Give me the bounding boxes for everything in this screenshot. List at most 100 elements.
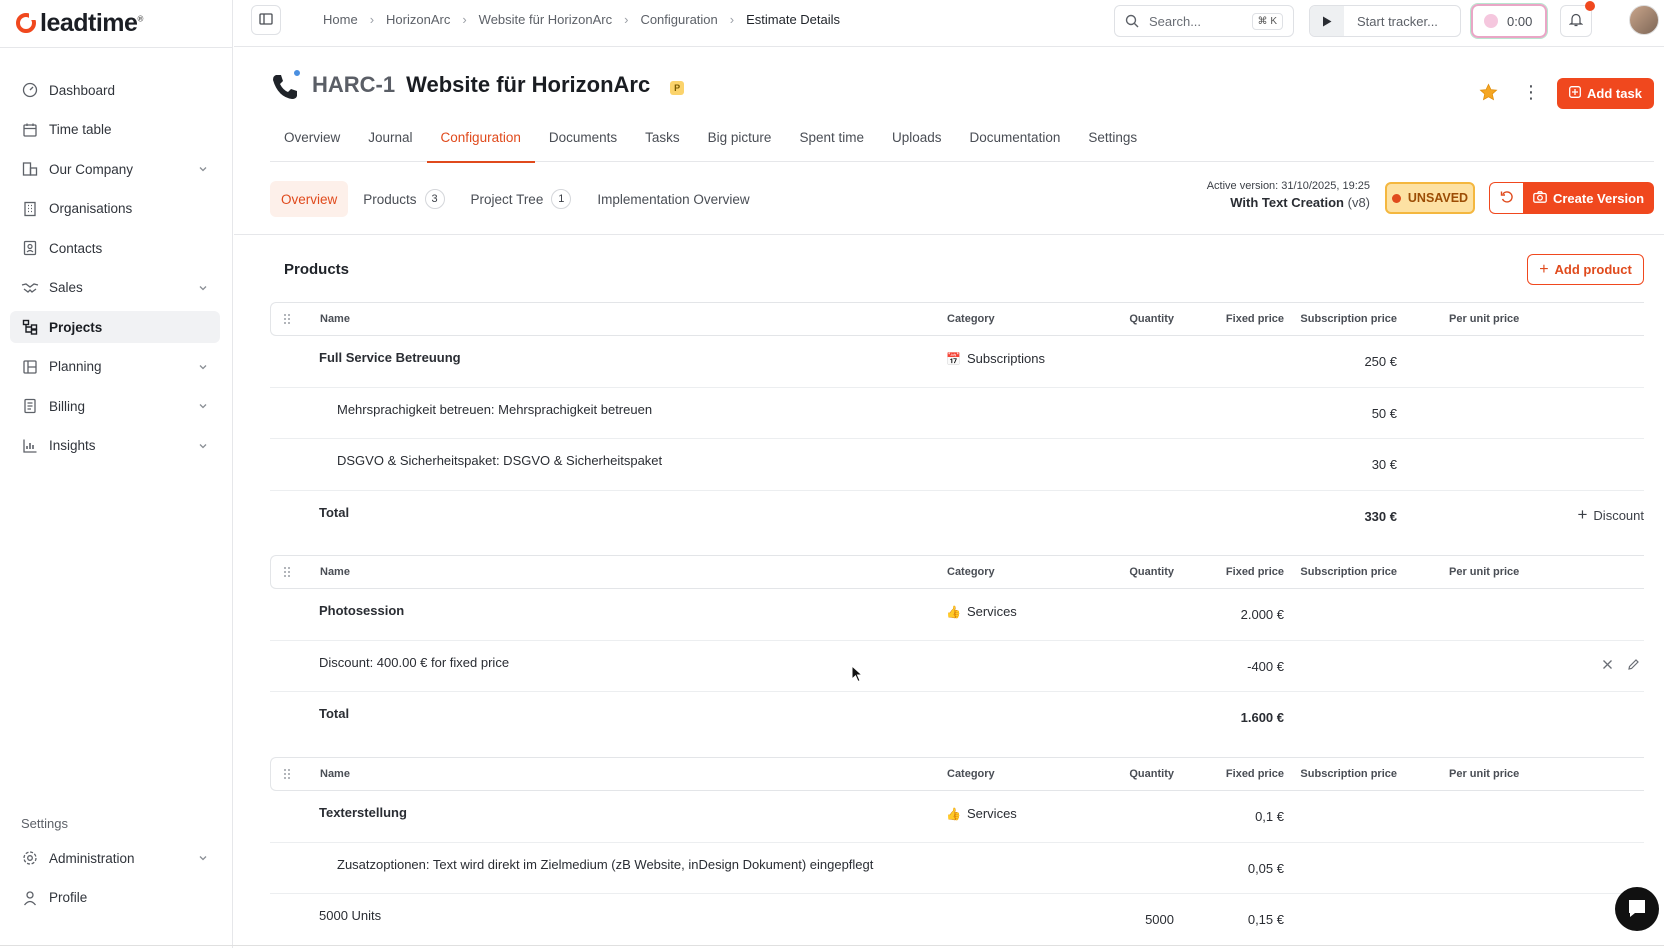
add-task-button[interactable]: Add task	[1557, 78, 1654, 109]
subtab-products[interactable]: Products 3	[352, 181, 455, 217]
table-row[interactable]: Photosession 👍 Services 2.000 €	[270, 589, 1644, 641]
thumbs-up-icon: 👍	[946, 604, 961, 619]
tab-documentation[interactable]: Documentation	[956, 124, 1075, 162]
tab-journal[interactable]: Journal	[354, 124, 426, 162]
tab-configuration[interactable]: Configuration	[426, 124, 536, 163]
project-header: HARC-1 Website für HorizonArc P	[270, 68, 685, 102]
sidebar-bottom-nav: Administration Profile	[10, 842, 220, 921]
breadcrumb-project[interactable]: Website für HorizonArc	[479, 12, 612, 27]
breadcrumb-organisation[interactable]: HorizonArc	[386, 12, 450, 27]
products-heading: Products	[284, 261, 350, 278]
product-option-name: Mehrsprachigkeit betreuen: Mehrsprachigk…	[337, 401, 653, 417]
table-header: Name Category Quantity Fixed price Subsc…	[270, 757, 1644, 791]
breadcrumb: Home › HorizonArc › Website für HorizonA…	[323, 12, 840, 27]
fixed-price: 0,05 €	[1247, 860, 1284, 876]
breadcrumb-configuration[interactable]: Configuration	[640, 12, 717, 27]
chat-bubble-icon	[1626, 897, 1648, 922]
sidebar-item-profile[interactable]: Profile	[10, 882, 220, 914]
start-tracker-button[interactable]: Start tracker...	[1309, 5, 1461, 37]
more-options-icon[interactable]: ⋮	[1522, 83, 1540, 101]
count-badge: 3	[424, 189, 445, 209]
table-row[interactable]: Mehrsprachigkeit betreuen: Mehrsprachigk…	[270, 388, 1644, 439]
sidebar-item-our-company[interactable]: Our Company	[10, 153, 220, 185]
table-row[interactable]: Zusatzoptionen: Text wird direkt im Ziel…	[270, 843, 1644, 894]
table-row[interactable]: Texterstellung 👍 Services 0,1 €	[270, 791, 1644, 843]
fixed-price: 0,1 €	[1255, 809, 1284, 824]
subtab-project-tree[interactable]: Project Tree 1	[460, 181, 583, 217]
table-row[interactable]: Full Service Betreuung 📅 Subscriptions 25…	[270, 336, 1644, 388]
sidebar-item-billing[interactable]: Billing	[10, 390, 220, 422]
board-icon	[21, 358, 39, 376]
column-header-name: Name	[320, 313, 350, 325]
sidebar-item-administration[interactable]: Administration	[10, 842, 220, 874]
active-version-line: Active version: 31/10/2025, 19:25	[1206, 180, 1370, 192]
subtab-label: Project Tree	[470, 191, 544, 207]
timer-value: 0:00	[1507, 13, 1533, 29]
sidebar-item-contacts[interactable]: Contacts	[10, 232, 220, 264]
plus-square-icon	[1569, 86, 1581, 101]
chevron-right-icon: ›	[729, 12, 735, 27]
avatar[interactable]	[1629, 5, 1659, 35]
breadcrumb-home[interactable]: Home	[323, 12, 358, 27]
search-input[interactable]: Search... ⌘ K	[1114, 5, 1294, 37]
quantity: 5000	[1145, 912, 1174, 927]
tab-documents[interactable]: Documents	[535, 124, 631, 162]
drag-handle-icon[interactable]	[283, 566, 291, 581]
column-header-per-unit-price: Per unit price	[1449, 313, 1520, 325]
notifications-button[interactable]	[1560, 1, 1595, 37]
tab-overview[interactable]: Overview	[270, 124, 354, 162]
sidebar-item-organisations[interactable]: Organisations	[10, 193, 220, 225]
table-row[interactable]: DSGVO & Sicherheitspaket: DSGVO & Sicher…	[270, 439, 1644, 491]
logo[interactable]: leadtime®	[16, 8, 143, 38]
chevron-down-icon	[198, 399, 208, 414]
product-category: 📅 Subscriptions	[946, 351, 1045, 366]
close-icon[interactable]	[1602, 658, 1613, 674]
discount-row[interactable]: Discount: 400.00 € for fixed price -400 …	[270, 641, 1644, 692]
subtab-implementation-overview[interactable]: Implementation Overview	[586, 181, 760, 217]
sidebar-toggle-button[interactable]	[251, 5, 281, 35]
tab-big-picture[interactable]: Big picture	[694, 124, 786, 162]
top-bar: Home › HorizonArc › Website für HorizonA…	[234, 0, 1664, 47]
sidebar-item-label: Sales	[49, 280, 83, 295]
tab-uploads[interactable]: Uploads	[878, 124, 956, 162]
column-header-category: Category	[947, 313, 995, 325]
tab-settings[interactable]: Settings	[1074, 124, 1151, 162]
plus-icon: +	[1577, 505, 1588, 524]
sidebar-item-label: Profile	[49, 890, 88, 905]
timer-button[interactable]: 0:00	[1471, 4, 1547, 38]
sidebar-item-projects[interactable]: Projects	[10, 311, 220, 343]
row-actions	[1602, 658, 1640, 674]
units-label: 5000 Units	[319, 908, 382, 923]
sidebar-item-planning[interactable]: Planning	[10, 351, 220, 383]
tab-tasks[interactable]: Tasks	[631, 124, 694, 162]
subscription-price: 250 €	[1364, 354, 1397, 369]
subtab-overview[interactable]: Overview	[270, 181, 349, 217]
drag-handle-icon[interactable]	[283, 313, 291, 328]
tab-spent-time[interactable]: Spent time	[785, 124, 878, 162]
product-name: Photosession	[319, 603, 405, 618]
sidebar-item-label: Organisations	[49, 201, 133, 216]
chat-button[interactable]	[1615, 887, 1659, 931]
configuration-subtabs: Overview Products 3 Project Tree 1 Impleme…	[270, 181, 761, 217]
sidebar-item-insights[interactable]: Insights	[10, 430, 220, 462]
timer-status-icon	[1484, 14, 1498, 28]
reset-version-button[interactable]	[1489, 182, 1523, 214]
status-dot	[292, 68, 302, 78]
sidebar-nav: Dashboard Time table Our Company Organis…	[10, 74, 220, 469]
table-row[interactable]: 5000 Units 5000 0,15 €	[270, 894, 1644, 946]
breadcrumb-current: Estimate Details	[746, 12, 841, 27]
sidebar-item-dashboard[interactable]: Dashboard	[10, 74, 220, 106]
subscription-price: 50 €	[1371, 405, 1397, 421]
drag-handle-icon[interactable]	[283, 768, 291, 783]
camera-icon	[1533, 190, 1547, 206]
create-version-button[interactable]: Create Version	[1523, 182, 1654, 214]
add-discount-button[interactable]: + Discount	[1577, 505, 1644, 524]
edit-pencil-icon[interactable]	[1627, 658, 1640, 674]
add-product-label: Add product	[1554, 262, 1632, 277]
sidebar-item-sales[interactable]: Sales	[10, 272, 220, 304]
sidebar-item-time-table[interactable]: Time table	[10, 114, 220, 146]
subtab-label: Products	[363, 191, 417, 207]
add-product-button[interactable]: + Add product	[1527, 254, 1644, 285]
chevron-right-icon: ›	[462, 12, 467, 27]
favorite-star-icon[interactable]	[1479, 83, 1498, 105]
